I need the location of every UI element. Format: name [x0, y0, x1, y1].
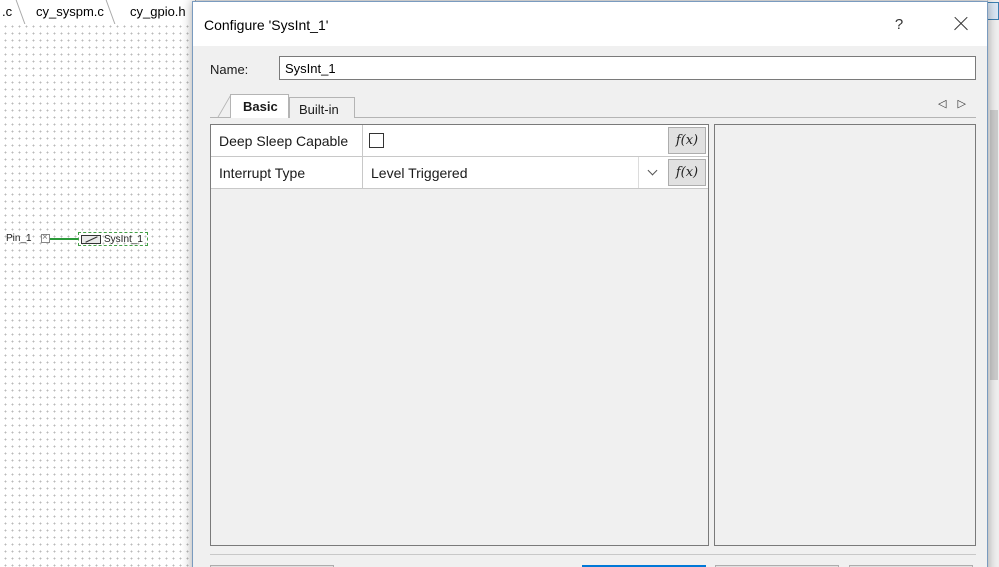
pin-terminal-icon[interactable] [41, 232, 50, 243]
close-icon[interactable] [949, 12, 973, 36]
description-panel [714, 124, 976, 546]
config-tab-strip: Basic Built-in ◁ ▷ [210, 94, 976, 118]
param-name: Deep Sleep Capable [211, 125, 363, 156]
schematic-wire[interactable] [50, 238, 78, 240]
editor-tab-cy-syspm[interactable]: cy_syspm.c [26, 0, 116, 24]
param-row-deep-sleep: Deep Sleep Capable f(x) [211, 125, 708, 157]
tab-scroll-arrows-icon[interactable]: ◁ ▷ [938, 97, 970, 110]
param-value-cell [364, 125, 666, 156]
chevron-down-icon[interactable] [638, 157, 666, 188]
fx-button[interactable]: f(x) [668, 127, 706, 154]
name-input[interactable] [279, 56, 976, 80]
param-row-interrupt-type: Interrupt Type Level Triggered f(x) [211, 157, 708, 189]
pin-label: Pin_1 [6, 233, 32, 244]
dialog-body: Name: Basic Built-in ◁ ▷ Deep Sleep Capa… [193, 46, 987, 567]
tab-built-in[interactable]: Built-in [289, 97, 355, 118]
dialog-title-bar[interactable]: Configure 'SysInt_1' ? [193, 2, 987, 46]
component-label: SysInt_1 [104, 234, 143, 245]
sysint-component[interactable]: SysInt_1 [78, 232, 148, 246]
interrupt-type-select[interactable]: Level Triggered [364, 157, 666, 188]
interrupt-symbol-icon [81, 235, 101, 244]
editor-scrollbar[interactable] [987, 0, 999, 567]
name-label: Name: [210, 62, 249, 77]
tab-basic[interactable]: Basic [230, 94, 289, 118]
parameter-grid: Deep Sleep Capable f(x) Interrupt Type L… [210, 124, 709, 546]
deep-sleep-checkbox[interactable] [369, 133, 384, 148]
panel-corner-button[interactable] [987, 2, 999, 20]
scrollbar-thumb[interactable] [990, 110, 998, 380]
footer-divider [210, 554, 976, 555]
editor-tab-cy-gpio[interactable]: cy_gpio.h [116, 0, 196, 24]
help-button[interactable]: ? [887, 13, 911, 37]
fx-button[interactable]: f(x) [668, 159, 706, 186]
param-name: Interrupt Type [211, 157, 363, 188]
dialog-title: Configure 'SysInt_1' [204, 17, 329, 33]
configure-dialog: Configure 'SysInt_1' ? Name: Basic Built… [192, 1, 988, 567]
select-value: Level Triggered [371, 165, 468, 181]
